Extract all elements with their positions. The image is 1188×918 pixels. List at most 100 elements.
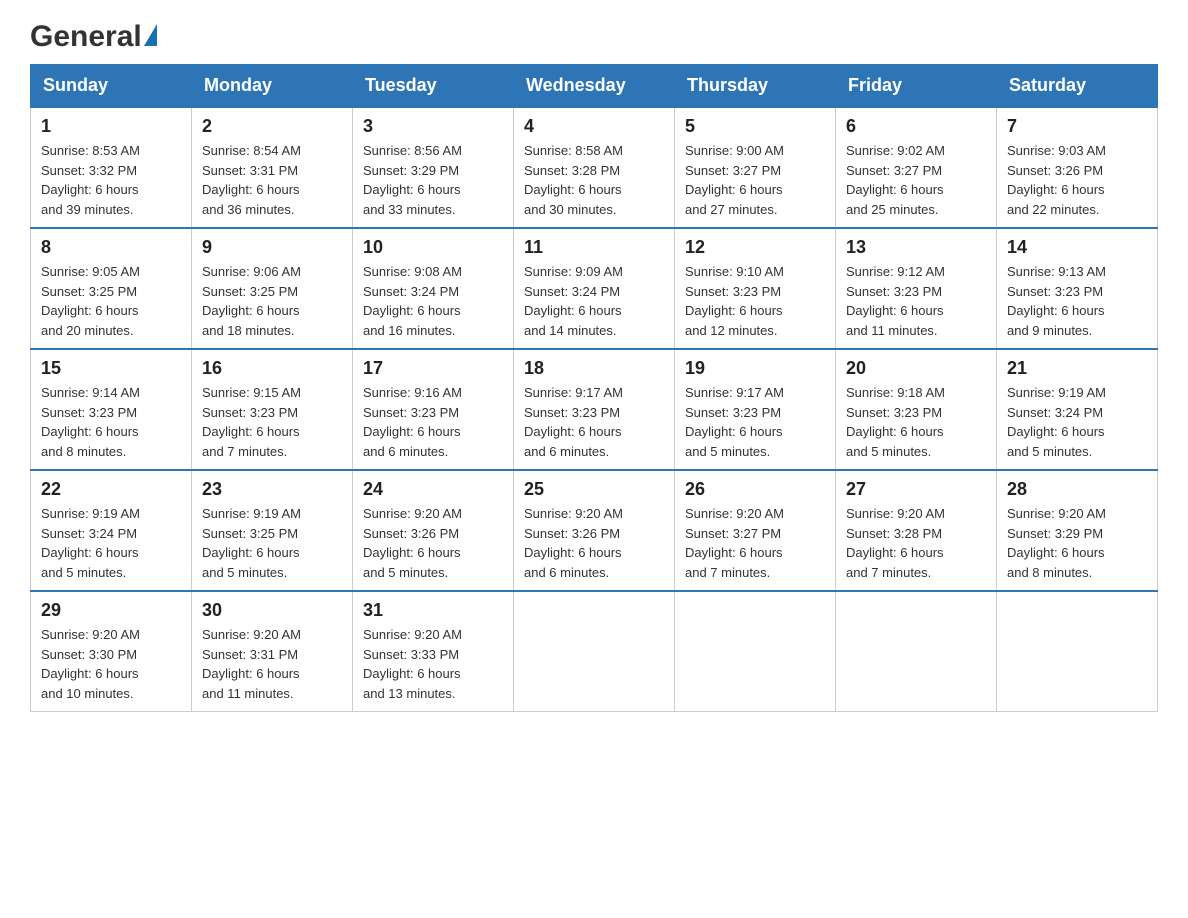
day-info: Sunrise: 9:20 AM Sunset: 3:33 PM Dayligh… — [363, 625, 503, 703]
calendar-day-21: 21 Sunrise: 9:19 AM Sunset: 3:24 PM Dayl… — [997, 349, 1158, 470]
day-info: Sunrise: 9:16 AM Sunset: 3:23 PM Dayligh… — [363, 383, 503, 461]
calendar-day-22: 22 Sunrise: 9:19 AM Sunset: 3:24 PM Dayl… — [31, 470, 192, 591]
calendar-day-24: 24 Sunrise: 9:20 AM Sunset: 3:26 PM Dayl… — [353, 470, 514, 591]
day-number: 24 — [363, 479, 503, 500]
calendar-day-23: 23 Sunrise: 9:19 AM Sunset: 3:25 PM Dayl… — [192, 470, 353, 591]
day-number: 5 — [685, 116, 825, 137]
day-number: 15 — [41, 358, 181, 379]
day-number: 14 — [1007, 237, 1147, 258]
day-number: 30 — [202, 600, 342, 621]
day-info: Sunrise: 9:13 AM Sunset: 3:23 PM Dayligh… — [1007, 262, 1147, 340]
logo-triangle-icon — [144, 24, 157, 46]
calendar-header-row: SundayMondayTuesdayWednesdayThursdayFrid… — [31, 65, 1158, 108]
day-number: 28 — [1007, 479, 1147, 500]
day-number: 18 — [524, 358, 664, 379]
calendar-day-28: 28 Sunrise: 9:20 AM Sunset: 3:29 PM Dayl… — [997, 470, 1158, 591]
day-info: Sunrise: 9:17 AM Sunset: 3:23 PM Dayligh… — [685, 383, 825, 461]
day-info: Sunrise: 9:17 AM Sunset: 3:23 PM Dayligh… — [524, 383, 664, 461]
calendar-week-4: 22 Sunrise: 9:19 AM Sunset: 3:24 PM Dayl… — [31, 470, 1158, 591]
day-number: 25 — [524, 479, 664, 500]
day-number: 12 — [685, 237, 825, 258]
calendar-day-4: 4 Sunrise: 8:58 AM Sunset: 3:28 PM Dayli… — [514, 107, 675, 228]
day-info: Sunrise: 9:19 AM Sunset: 3:24 PM Dayligh… — [41, 504, 181, 582]
day-info: Sunrise: 9:20 AM Sunset: 3:30 PM Dayligh… — [41, 625, 181, 703]
calendar-day-1: 1 Sunrise: 8:53 AM Sunset: 3:32 PM Dayli… — [31, 107, 192, 228]
day-info: Sunrise: 8:54 AM Sunset: 3:31 PM Dayligh… — [202, 141, 342, 219]
calendar-day-3: 3 Sunrise: 8:56 AM Sunset: 3:29 PM Dayli… — [353, 107, 514, 228]
day-header-saturday: Saturday — [997, 65, 1158, 108]
day-header-tuesday: Tuesday — [353, 65, 514, 108]
empty-cell — [675, 591, 836, 712]
calendar-week-3: 15 Sunrise: 9:14 AM Sunset: 3:23 PM Dayl… — [31, 349, 1158, 470]
day-number: 10 — [363, 237, 503, 258]
day-header-friday: Friday — [836, 65, 997, 108]
calendar-day-19: 19 Sunrise: 9:17 AM Sunset: 3:23 PM Dayl… — [675, 349, 836, 470]
day-header-sunday: Sunday — [31, 65, 192, 108]
day-info: Sunrise: 9:20 AM Sunset: 3:26 PM Dayligh… — [363, 504, 503, 582]
calendar-table: SundayMondayTuesdayWednesdayThursdayFrid… — [30, 64, 1158, 712]
day-number: 21 — [1007, 358, 1147, 379]
empty-cell — [514, 591, 675, 712]
calendar-day-17: 17 Sunrise: 9:16 AM Sunset: 3:23 PM Dayl… — [353, 349, 514, 470]
calendar-day-16: 16 Sunrise: 9:15 AM Sunset: 3:23 PM Dayl… — [192, 349, 353, 470]
empty-cell — [997, 591, 1158, 712]
day-number: 2 — [202, 116, 342, 137]
calendar-day-12: 12 Sunrise: 9:10 AM Sunset: 3:23 PM Dayl… — [675, 228, 836, 349]
calendar-week-1: 1 Sunrise: 8:53 AM Sunset: 3:32 PM Dayli… — [31, 107, 1158, 228]
calendar-day-31: 31 Sunrise: 9:20 AM Sunset: 3:33 PM Dayl… — [353, 591, 514, 712]
day-info: Sunrise: 8:56 AM Sunset: 3:29 PM Dayligh… — [363, 141, 503, 219]
day-number: 1 — [41, 116, 181, 137]
day-number: 16 — [202, 358, 342, 379]
day-info: Sunrise: 9:20 AM Sunset: 3:27 PM Dayligh… — [685, 504, 825, 582]
day-number: 23 — [202, 479, 342, 500]
day-number: 3 — [363, 116, 503, 137]
calendar-day-20: 20 Sunrise: 9:18 AM Sunset: 3:23 PM Dayl… — [836, 349, 997, 470]
calendar-day-6: 6 Sunrise: 9:02 AM Sunset: 3:27 PM Dayli… — [836, 107, 997, 228]
calendar-week-2: 8 Sunrise: 9:05 AM Sunset: 3:25 PM Dayli… — [31, 228, 1158, 349]
day-number: 11 — [524, 237, 664, 258]
calendar-day-9: 9 Sunrise: 9:06 AM Sunset: 3:25 PM Dayli… — [192, 228, 353, 349]
calendar-day-8: 8 Sunrise: 9:05 AM Sunset: 3:25 PM Dayli… — [31, 228, 192, 349]
calendar-week-5: 29 Sunrise: 9:20 AM Sunset: 3:30 PM Dayl… — [31, 591, 1158, 712]
day-info: Sunrise: 9:18 AM Sunset: 3:23 PM Dayligh… — [846, 383, 986, 461]
calendar-day-15: 15 Sunrise: 9:14 AM Sunset: 3:23 PM Dayl… — [31, 349, 192, 470]
calendar-day-27: 27 Sunrise: 9:20 AM Sunset: 3:28 PM Dayl… — [836, 470, 997, 591]
day-info: Sunrise: 9:00 AM Sunset: 3:27 PM Dayligh… — [685, 141, 825, 219]
calendar-day-13: 13 Sunrise: 9:12 AM Sunset: 3:23 PM Dayl… — [836, 228, 997, 349]
day-info: Sunrise: 9:15 AM Sunset: 3:23 PM Dayligh… — [202, 383, 342, 461]
calendar-day-7: 7 Sunrise: 9:03 AM Sunset: 3:26 PM Dayli… — [997, 107, 1158, 228]
day-info: Sunrise: 9:12 AM Sunset: 3:23 PM Dayligh… — [846, 262, 986, 340]
calendar-day-11: 11 Sunrise: 9:09 AM Sunset: 3:24 PM Dayl… — [514, 228, 675, 349]
day-info: Sunrise: 8:53 AM Sunset: 3:32 PM Dayligh… — [41, 141, 181, 219]
day-number: 17 — [363, 358, 503, 379]
day-info: Sunrise: 9:10 AM Sunset: 3:23 PM Dayligh… — [685, 262, 825, 340]
day-number: 22 — [41, 479, 181, 500]
calendar-day-5: 5 Sunrise: 9:00 AM Sunset: 3:27 PM Dayli… — [675, 107, 836, 228]
header: General — [30, 20, 1158, 54]
day-info: Sunrise: 9:19 AM Sunset: 3:25 PM Dayligh… — [202, 504, 342, 582]
day-number: 29 — [41, 600, 181, 621]
day-header-wednesday: Wednesday — [514, 65, 675, 108]
day-number: 20 — [846, 358, 986, 379]
day-info: Sunrise: 9:14 AM Sunset: 3:23 PM Dayligh… — [41, 383, 181, 461]
empty-cell — [836, 591, 997, 712]
day-number: 7 — [1007, 116, 1147, 137]
day-info: Sunrise: 9:19 AM Sunset: 3:24 PM Dayligh… — [1007, 383, 1147, 461]
day-info: Sunrise: 9:20 AM Sunset: 3:29 PM Dayligh… — [1007, 504, 1147, 582]
day-info: Sunrise: 9:06 AM Sunset: 3:25 PM Dayligh… — [202, 262, 342, 340]
logo-general-text: General — [30, 20, 142, 54]
day-number: 31 — [363, 600, 503, 621]
day-header-monday: Monday — [192, 65, 353, 108]
day-info: Sunrise: 9:03 AM Sunset: 3:26 PM Dayligh… — [1007, 141, 1147, 219]
day-info: Sunrise: 9:05 AM Sunset: 3:25 PM Dayligh… — [41, 262, 181, 340]
day-number: 4 — [524, 116, 664, 137]
calendar-day-18: 18 Sunrise: 9:17 AM Sunset: 3:23 PM Dayl… — [514, 349, 675, 470]
calendar-day-29: 29 Sunrise: 9:20 AM Sunset: 3:30 PM Dayl… — [31, 591, 192, 712]
day-info: Sunrise: 9:20 AM Sunset: 3:31 PM Dayligh… — [202, 625, 342, 703]
day-number: 26 — [685, 479, 825, 500]
day-info: Sunrise: 9:08 AM Sunset: 3:24 PM Dayligh… — [363, 262, 503, 340]
day-number: 27 — [846, 479, 986, 500]
day-info: Sunrise: 8:58 AM Sunset: 3:28 PM Dayligh… — [524, 141, 664, 219]
day-info: Sunrise: 9:09 AM Sunset: 3:24 PM Dayligh… — [524, 262, 664, 340]
day-number: 6 — [846, 116, 986, 137]
